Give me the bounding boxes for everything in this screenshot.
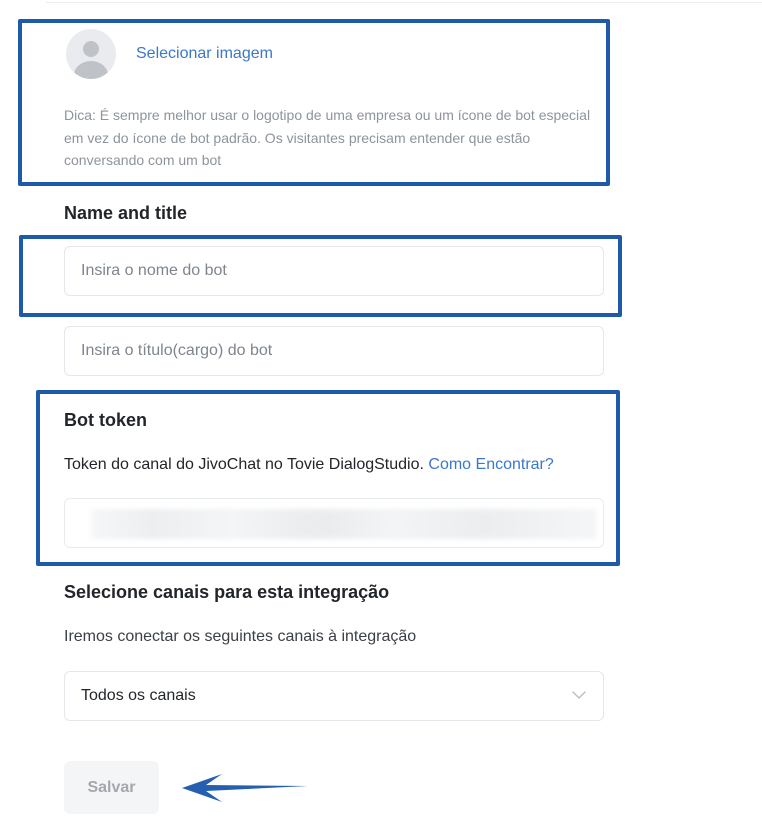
top-divider <box>46 0 762 3</box>
highlight-box-avatar <box>18 19 610 186</box>
channels-select[interactable]: Todos os canais <box>64 671 604 721</box>
chevron-down-icon <box>572 691 586 699</box>
save-button[interactable]: Salvar <box>64 761 159 814</box>
channels-heading: Selecione canais para esta integração <box>64 582 390 602</box>
annotation-arrow-icon <box>182 774 308 802</box>
highlight-box-name <box>19 235 622 317</box>
channels-select-value: Todos os canais <box>81 687 196 704</box>
name-title-heading: Name and title <box>64 203 188 223</box>
bot-title-input[interactable] <box>64 326 604 376</box>
highlight-box-token <box>36 390 620 566</box>
channels-description: Iremos conectar os seguintes canais à in… <box>64 628 417 645</box>
